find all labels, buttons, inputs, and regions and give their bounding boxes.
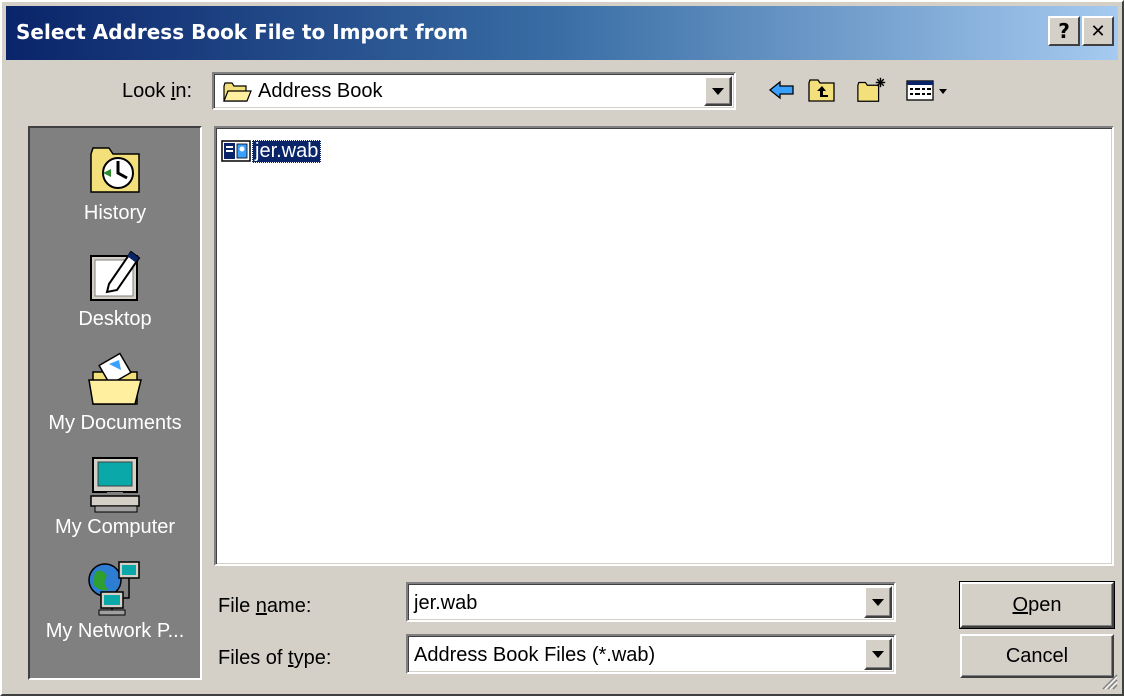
folder-open-icon (223, 82, 252, 102)
files-of-type-label: Files of type: (218, 647, 332, 669)
file-list[interactable]: jer.wab (214, 126, 1114, 566)
file-type-dropdown-button[interactable] (864, 638, 892, 670)
places-bar: History Desktop My Documents My Computer… (28, 126, 202, 680)
file-name-input[interactable]: jer.wab (414, 592, 477, 615)
places-item-label: History (83, 202, 147, 224)
file-name-dropdown-button[interactable] (864, 586, 892, 618)
file-open-dialog: Select Address Book File to Import from … (0, 0, 1124, 696)
view-menu-button[interactable] (904, 74, 950, 106)
history-icon (90, 147, 140, 193)
chevron-down-icon (872, 650, 884, 658)
places-item-my-network-places[interactable]: My Network P... (30, 558, 200, 643)
help-icon: ? (1058, 19, 1070, 43)
close-icon: ✕ (1090, 20, 1106, 42)
view-menu-icon (906, 80, 947, 101)
new-folder-icon (857, 77, 886, 102)
close-button[interactable]: ✕ (1082, 16, 1114, 46)
cancel-button-label: Cancel (1005, 644, 1069, 667)
look-in-label: Look in: (122, 80, 193, 102)
title-bar[interactable]: Select Address Book File to Import from … (6, 6, 1118, 60)
up-one-level-button[interactable] (806, 74, 838, 106)
file-name-combobox[interactable]: jer.wab (406, 582, 896, 622)
up-one-level-icon (808, 79, 835, 102)
back-button[interactable] (766, 74, 798, 106)
file-type-combobox[interactable]: Address Book Files (*.wab) (406, 634, 896, 674)
places-item-history[interactable]: History (30, 140, 200, 225)
my-documents-icon (88, 352, 142, 405)
look-in-value: Address Book (258, 80, 383, 102)
chevron-down-icon (872, 598, 884, 606)
places-item-label: My Computer (54, 516, 176, 538)
desktop-icon (90, 250, 141, 301)
list-item[interactable]: jer.wab (220, 138, 322, 164)
file-name-label: File name: (218, 595, 312, 617)
my-computer-icon (90, 457, 140, 513)
chevron-down-icon (712, 87, 724, 95)
file-name-label: jer.wab (252, 139, 322, 163)
cancel-button[interactable]: Cancel (960, 634, 1114, 678)
places-item-my-documents[interactable]: My Documents (30, 350, 200, 435)
new-folder-button[interactable] (856, 74, 888, 106)
places-item-label: My Documents (48, 412, 182, 434)
window-title: Select Address Book File to Import from (16, 20, 469, 44)
open-button-label: Open (1012, 593, 1062, 616)
file-type-value: Address Book Files (*.wab) (414, 644, 656, 666)
address-book-file-icon (221, 140, 251, 162)
back-icon (768, 80, 794, 100)
places-item-label: Desktop (78, 308, 152, 330)
my-network-places-icon (88, 561, 140, 616)
places-item-my-computer[interactable]: My Computer (30, 454, 200, 539)
open-button[interactable]: Open (959, 581, 1115, 629)
help-button[interactable]: ? (1048, 16, 1080, 46)
resize-grip-icon[interactable] (1100, 672, 1118, 690)
look-in-combobox[interactable]: Address Book (212, 72, 736, 110)
places-item-desktop[interactable]: Desktop (30, 246, 200, 331)
look-in-dropdown-button[interactable] (704, 76, 732, 106)
places-item-label: My Network P... (45, 620, 185, 642)
